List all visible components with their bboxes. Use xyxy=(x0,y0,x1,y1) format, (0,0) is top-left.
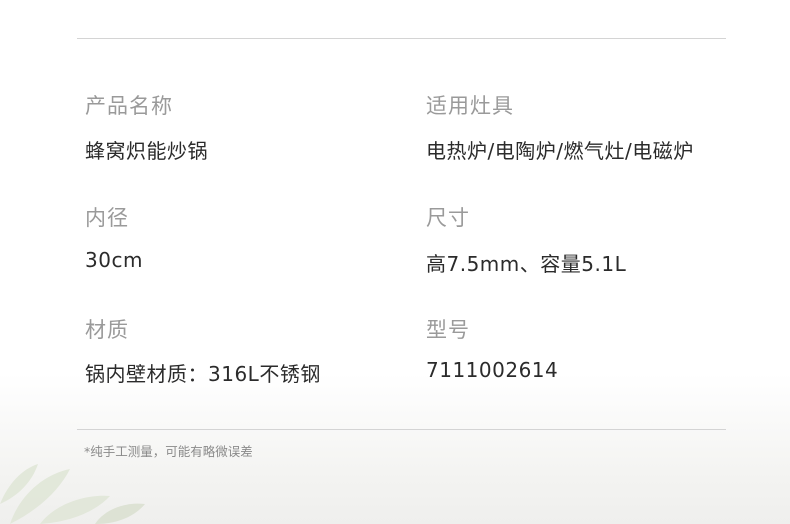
spec-label-compatible-stoves: 适用灶具 xyxy=(426,94,514,118)
spec-value-product-name: 蜂窝炽能炒锅 xyxy=(85,139,208,163)
spec-value-compatible-stoves: 电热炉/电陶炉/燃气灶/电磁炉 xyxy=(426,139,694,163)
bottom-divider xyxy=(77,429,726,430)
measurement-footnote: *纯手工测量，可能有略微误差 xyxy=(84,444,253,459)
spec-label-model: 型号 xyxy=(426,318,470,342)
spec-label-material: 材质 xyxy=(85,318,129,342)
top-divider xyxy=(77,38,726,39)
spec-label-inner-diameter: 内径 xyxy=(85,206,129,230)
spec-label-product-name: 产品名称 xyxy=(85,94,173,118)
spec-label-size: 尺寸 xyxy=(426,206,470,230)
spec-value-inner-diameter: 30cm xyxy=(85,248,143,272)
spec-value-size: 高7.5mm、容量5.1L xyxy=(426,252,627,276)
spec-value-material: 锅内壁材质：316L不锈钢 xyxy=(85,362,321,386)
spec-value-model: 7111002614 xyxy=(426,358,559,382)
leaf-decoration xyxy=(0,464,145,524)
